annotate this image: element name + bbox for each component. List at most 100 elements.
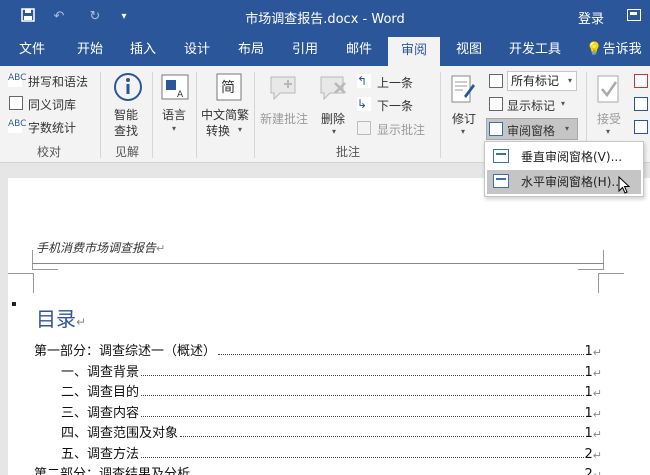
word-count-button[interactable]: 字数统计: [28, 119, 76, 136]
toc-entry-text: 五、调查方法: [61, 446, 140, 462]
paragraph-mark: ↵: [592, 448, 602, 462]
delete-comment-icon: [320, 76, 346, 101]
delete-comment-button[interactable]: 删除: [321, 110, 345, 127]
tab-view[interactable]: 视图: [444, 34, 494, 66]
next-change-icon[interactable]: [634, 120, 648, 134]
chinese-conversion-label-2: 转换: [206, 124, 231, 138]
toc-entry-page: 1: [584, 364, 593, 380]
accept-dropdown-icon[interactable]: ▾: [606, 127, 610, 136]
toc-entry-page: 1: [584, 385, 593, 400]
track-changes-icon: [451, 75, 475, 103]
language-dropdown-icon[interactable]: ▾: [172, 124, 176, 133]
tab-file[interactable]: 文件: [8, 34, 56, 66]
toc-entry-text: 一、调查背景: [61, 364, 140, 380]
document-area: 手机消费市场调查报告↵ 目录↵ 第一部分：调查综述一（概述） 1 ↵ 一、调查背景 1 ↵…: [0, 163, 650, 475]
horizontal-pane-icon: [493, 174, 509, 188]
track-changes-button[interactable]: 修订: [452, 110, 476, 127]
chinese-conversion-dropdown-icon[interactable]: ▾: [238, 125, 242, 134]
ribbon-tabs: 文件 开始 插入 设计 布局 引用 邮件 审阅 视图 开发工具 💡告诉我: [0, 34, 650, 66]
header-corner-mark: [598, 273, 624, 293]
toc-leader-dots: [141, 374, 584, 376]
language-icon: A: [161, 74, 189, 100]
toc-entry[interactable]: 第二部分：调查结果及分析 2↵: [34, 462, 602, 475]
toc-entry-text: 三、调查内容: [61, 405, 140, 421]
tab-review[interactable]: 审阅: [388, 37, 440, 66]
show-comments-button[interactable]: 显示批注: [377, 121, 425, 138]
markup-select[interactable]: 所有标记 ▾: [507, 71, 577, 91]
toc-entry-text: 四、调查范围及对象: [61, 426, 179, 441]
header-corner-mark: [8, 273, 34, 293]
toc-entry[interactable]: 三、调查内容 1 ↵: [61, 401, 602, 421]
paragraph-bullet: [12, 302, 16, 306]
toc-entry[interactable]: 一、调查背景 1 ↵: [61, 360, 602, 380]
toc-entry[interactable]: 五、调查方法 2 ↵: [61, 442, 602, 462]
language-button[interactable]: 语言: [162, 106, 186, 123]
paragraph-mark: ↵: [592, 387, 602, 400]
toc-entry-text: 第二部分：调查结果及分析: [34, 467, 191, 475]
tab-home[interactable]: 开始: [65, 34, 115, 66]
group-separator: [196, 72, 197, 158]
delete-dropdown-icon[interactable]: ▾: [332, 127, 336, 136]
toc-leader-dots: [218, 354, 584, 355]
paragraph-mark: ↵: [592, 346, 602, 359]
tab-layout[interactable]: 布局: [226, 34, 276, 66]
vertical-pane-icon: [493, 149, 509, 163]
review-pane-button[interactable]: 审阅窗格 ▾: [486, 118, 578, 140]
group-separator: [100, 72, 101, 158]
show-markup-dropdown-icon[interactable]: ▾: [561, 99, 565, 108]
review-pane-icon: [489, 122, 503, 136]
toc-entry-page: 1: [584, 426, 593, 441]
tab-insert[interactable]: 插入: [118, 34, 168, 66]
tell-me-search[interactable]: 💡告诉我: [584, 34, 644, 66]
mouse-cursor-icon: [618, 176, 631, 194]
show-markup-icon: [489, 97, 503, 111]
group-separator: [440, 72, 441, 158]
header-text: 手机消费市场调查报告↵: [36, 241, 166, 255]
login-link[interactable]: 登录: [578, 8, 604, 27]
spelling-icon: ABC: [8, 73, 26, 87]
title-bar: ↶ ↻ ▾ 市场调查报告.docx - Word 登录: [0, 0, 650, 34]
previous-comment-icon: ↰: [357, 74, 371, 88]
toc-title: 目录↵: [36, 307, 87, 331]
vertical-review-pane-item[interactable]: 垂直审阅窗格(V)...: [487, 145, 641, 169]
spelling-button[interactable]: 拼写和语法: [28, 73, 88, 90]
toc-entry-page: 1: [584, 405, 593, 421]
paragraph-mark: ↵: [592, 407, 602, 421]
paragraph-mark: ↵: [592, 428, 602, 441]
group-separator: [152, 72, 153, 158]
next-comment-button[interactable]: 下一条: [377, 97, 413, 114]
header-corner-mark: [578, 250, 604, 270]
next-comment-icon: ↳: [357, 97, 371, 111]
toc-entry-text: 第一部分：调查综述一（概述）: [34, 344, 217, 359]
review-pane-dropdown-icon: ▾: [565, 124, 570, 133]
ribbon-display-options-icon[interactable]: [627, 9, 641, 21]
smart-lookup-label-2: 查找: [114, 124, 139, 138]
window-title: 市场调查报告.docx - Word: [245, 12, 405, 27]
document-page[interactable]: 手机消费市场调查报告↵ 目录↵ 第一部分：调查综述一（概述） 1 ↵ 一、调查背景 1 ↵…: [8, 178, 650, 475]
toc-entry[interactable]: 二、调查目的 1 ↵: [61, 380, 602, 400]
show-comments-icon: [357, 121, 371, 135]
smart-lookup-button[interactable]: 智能: [114, 106, 138, 123]
toc-leader-dots: [141, 415, 584, 417]
toc-entry-page: 1: [584, 344, 593, 359]
new-comment-button[interactable]: 新建批注: [260, 110, 308, 127]
tab-references[interactable]: 引用: [280, 34, 330, 66]
tab-developer[interactable]: 开发工具: [500, 34, 570, 66]
tab-mailings[interactable]: 邮件: [334, 34, 384, 66]
chinese-conversion-button[interactable]: 中文简繁: [201, 106, 249, 123]
smart-lookup-icon: [114, 73, 142, 101]
thesaurus-button[interactable]: 同义词库: [28, 96, 76, 113]
tab-design[interactable]: 设计: [172, 34, 222, 66]
track-changes-dropdown-icon[interactable]: ▾: [461, 127, 465, 136]
toc-entry[interactable]: 四、调查范围及对象 1 ↵: [61, 421, 602, 441]
reject-icon[interactable]: [634, 74, 648, 88]
previous-change-icon[interactable]: [634, 97, 648, 111]
previous-comment-button[interactable]: 上一条: [377, 74, 413, 91]
toc-leader-dots: [141, 395, 584, 396]
accept-button[interactable]: 接受: [597, 110, 621, 127]
accept-icon: [597, 75, 619, 103]
toc-leader-dots: [180, 436, 584, 437]
show-markup-button[interactable]: 显示标记: [507, 97, 555, 114]
toc-entry-text: 二、调查目的: [61, 385, 140, 400]
toc-entry[interactable]: 第一部分：调查综述一（概述） 1 ↵: [34, 339, 602, 359]
